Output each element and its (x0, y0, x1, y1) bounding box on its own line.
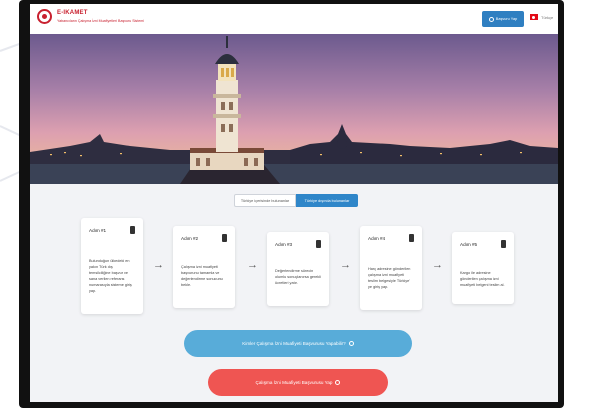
hero-image (30, 34, 558, 184)
location-tabs: Türkiye içerisinde bulunanlar Türkiye dı… (234, 194, 358, 207)
arrow-right-icon: → (247, 259, 258, 271)
apply-exemption-label: Çalışma İzni Muafiyeti Başvurusu Yap (255, 380, 333, 385)
header-apply-label: Başvuru Yap (495, 17, 518, 21)
language-selector[interactable]: Türkçe (530, 14, 553, 20)
step-text: Kargo ile adresine gönderilen çalışma iz… (460, 271, 505, 287)
step-title: Adım #2 (181, 236, 199, 241)
top-bar: E-IKAMET Yabancıların Çalışma İzni Muafi… (30, 4, 558, 35)
info-circle-icon (335, 380, 341, 385)
logo-icon (37, 9, 52, 24)
info-circle-icon (488, 16, 494, 22)
step-text: Harç adresine gönderilen çalışma izni mu… (368, 267, 411, 289)
app-screen: E-IKAMET Yabancıların Çalışma İzni Muafi… (30, 4, 558, 402)
payment-icon (316, 240, 321, 248)
step-card-2: Adım #2 Çalışma izni muafiyeti başvurunu… (173, 226, 235, 308)
apply-exemption-button[interactable]: Çalışma İzni Muafiyeti Başvurusu Yap (208, 369, 388, 396)
who-can-apply-label: Kimler Çalışma İzni Muafiyeti Başvurusu … (242, 341, 346, 346)
step-title: Adım #5 (460, 242, 478, 247)
step-title: Adım #3 (275, 242, 293, 247)
step-text: Değerlendirme sürecin olumlu sonuçlanırs… (275, 269, 322, 285)
turkish-flag-icon (530, 14, 538, 20)
step-card-5: Adım #5 Kargo ile adresine gönderilen ça… (452, 232, 514, 304)
step-title: Adım #1 (89, 228, 107, 233)
step-card-1: Adım #1 Bulunduğun ülkedeki en yakın Tür… (81, 218, 143, 314)
tab-inside-turkey[interactable]: Türkiye içerisinde bulunanlar (234, 194, 296, 207)
step-title: Adım #4 (368, 236, 386, 241)
arrow-right-icon: → (432, 259, 443, 271)
card-icon (501, 240, 506, 248)
language-label: Türkçe (541, 14, 554, 20)
who-can-apply-button[interactable]: Kimler Çalışma İzni Muafiyeti Başvurusu … (184, 330, 412, 357)
arrow-right-icon: → (340, 259, 351, 271)
tab-outside-turkey[interactable]: Türkiye dışında bulunanlar (296, 194, 358, 207)
step-text: Çalışma izni muafiyeti başvurunu tamamla… (181, 265, 223, 287)
arrow-right-icon: → (153, 259, 164, 271)
brand-subtitle: Yabancıların Çalışma İzni Muafiyetleri B… (57, 19, 145, 23)
document-icon (130, 226, 135, 234)
step-card-3: Adım #3 Değerlendirme sürecin olumlu son… (267, 232, 329, 306)
brand-title[interactable]: E-IKAMET (57, 10, 88, 16)
step-text: Bulunduğun ülkedeki en yakın Türk dış te… (89, 259, 132, 293)
header-apply-button[interactable]: Başvuru Yap (482, 11, 524, 27)
document-icon (222, 234, 227, 242)
step-card-4: Adım #4 Harç adresine gönderilen çalışma… (360, 226, 422, 310)
maiden-tower-illustration (30, 36, 558, 184)
entry-door-icon (409, 234, 414, 242)
info-circle-icon (348, 341, 354, 346)
